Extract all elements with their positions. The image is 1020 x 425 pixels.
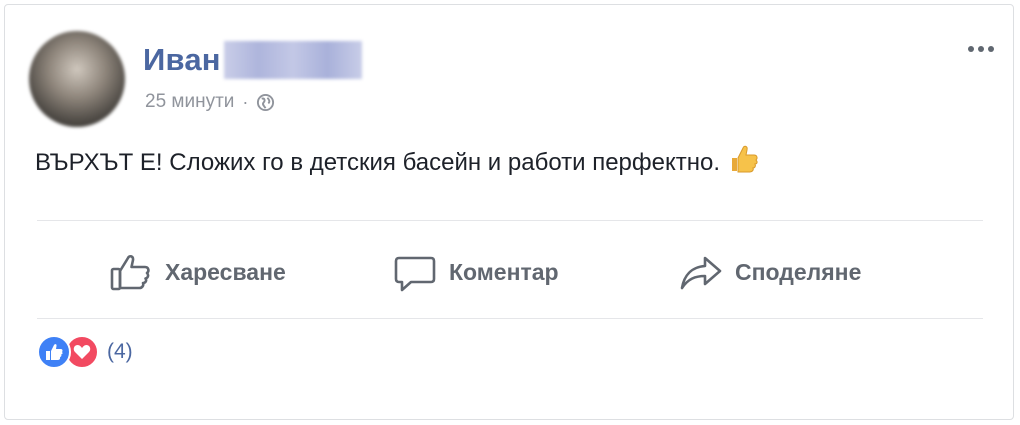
thumbs-up-icon bbox=[110, 254, 150, 291]
action-bar: Харесване Коментар Споделяне bbox=[5, 222, 1015, 320]
avatar[interactable] bbox=[29, 31, 125, 127]
more-options-button[interactable] bbox=[963, 39, 999, 59]
author-first-name[interactable]: Иван bbox=[143, 42, 221, 78]
like-label: Харесване bbox=[165, 258, 286, 285]
author-name[interactable]: Иван bbox=[143, 41, 362, 79]
post-timestamp[interactable]: 25 минути bbox=[145, 91, 234, 113]
comment-label: Коментар bbox=[449, 258, 559, 285]
divider-bottom bbox=[37, 318, 983, 319]
post-body: ВЪРХЪТ Е! Сложих го в детския басейн и р… bbox=[35, 145, 760, 177]
share-label: Споделяне bbox=[735, 258, 862, 285]
more-dot bbox=[978, 46, 984, 52]
share-arrow-icon bbox=[680, 256, 722, 290]
post-card: Иван 25 минути · ВЪРХЪТ Е! Сложих го в д… bbox=[4, 4, 1014, 420]
more-dot bbox=[968, 46, 974, 52]
share-button[interactable]: Споделяне bbox=[679, 250, 861, 294]
post-meta: 25 минути · bbox=[145, 91, 275, 113]
reaction-count[interactable]: (4) bbox=[107, 340, 133, 364]
post-text: ВЪРХЪТ Е! Сложих го в детския басейн и р… bbox=[35, 149, 721, 176]
blurred-surname bbox=[223, 41, 362, 79]
like-button[interactable]: Харесване bbox=[109, 250, 286, 294]
like-reaction-icon bbox=[37, 335, 71, 369]
comment-button[interactable]: Коментар bbox=[393, 250, 559, 294]
globe-icon[interactable] bbox=[256, 93, 275, 112]
meta-separator: · bbox=[242, 91, 249, 112]
thumbs-up-emoji-icon bbox=[732, 145, 758, 173]
divider-top bbox=[37, 220, 983, 221]
reactions-summary[interactable]: (4) bbox=[37, 335, 133, 369]
more-dot bbox=[988, 46, 994, 52]
comment-icon bbox=[394, 256, 436, 292]
